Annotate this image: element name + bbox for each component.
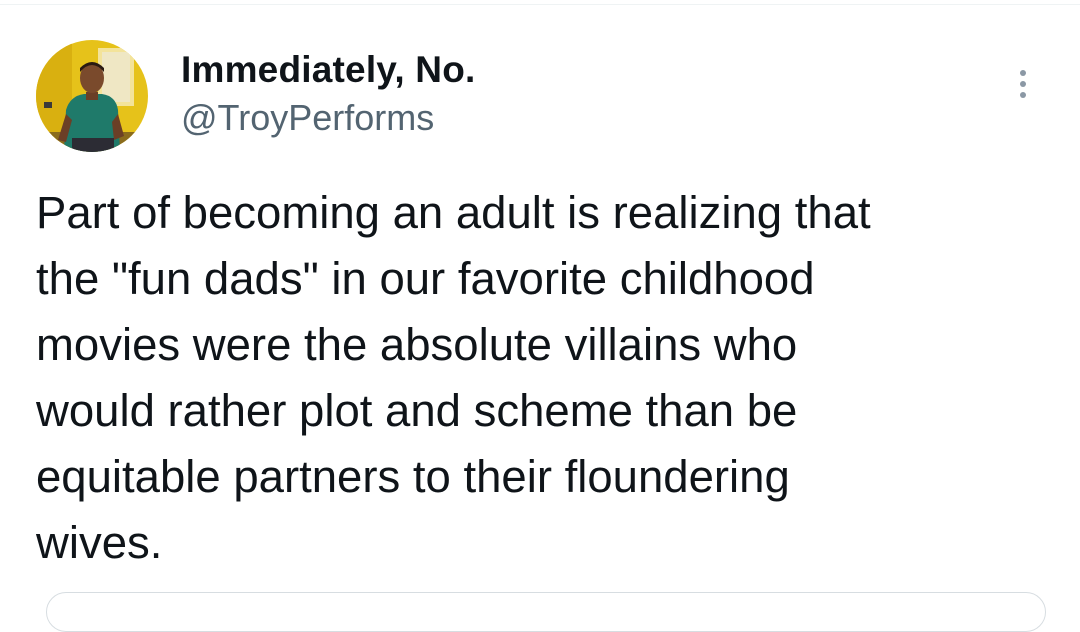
embedded-card-edge bbox=[46, 592, 1046, 632]
avatar[interactable] bbox=[36, 40, 148, 152]
author-handle[interactable]: @TroyPerforms bbox=[181, 96, 434, 140]
more-vertical-icon bbox=[1020, 70, 1026, 76]
more-vertical-icon-dot bbox=[1020, 92, 1026, 98]
author-display-name[interactable]: Immediately, No. bbox=[181, 48, 476, 92]
more-options-button[interactable] bbox=[1004, 62, 1042, 106]
more-vertical-icon-dot bbox=[1020, 81, 1026, 87]
profile-photo-icon bbox=[36, 40, 148, 152]
tweet-text: Part of becoming an adult is realizing t… bbox=[36, 187, 871, 568]
tweet: Immediately, No. @TroyPerforms Part of b… bbox=[0, 0, 1080, 632]
